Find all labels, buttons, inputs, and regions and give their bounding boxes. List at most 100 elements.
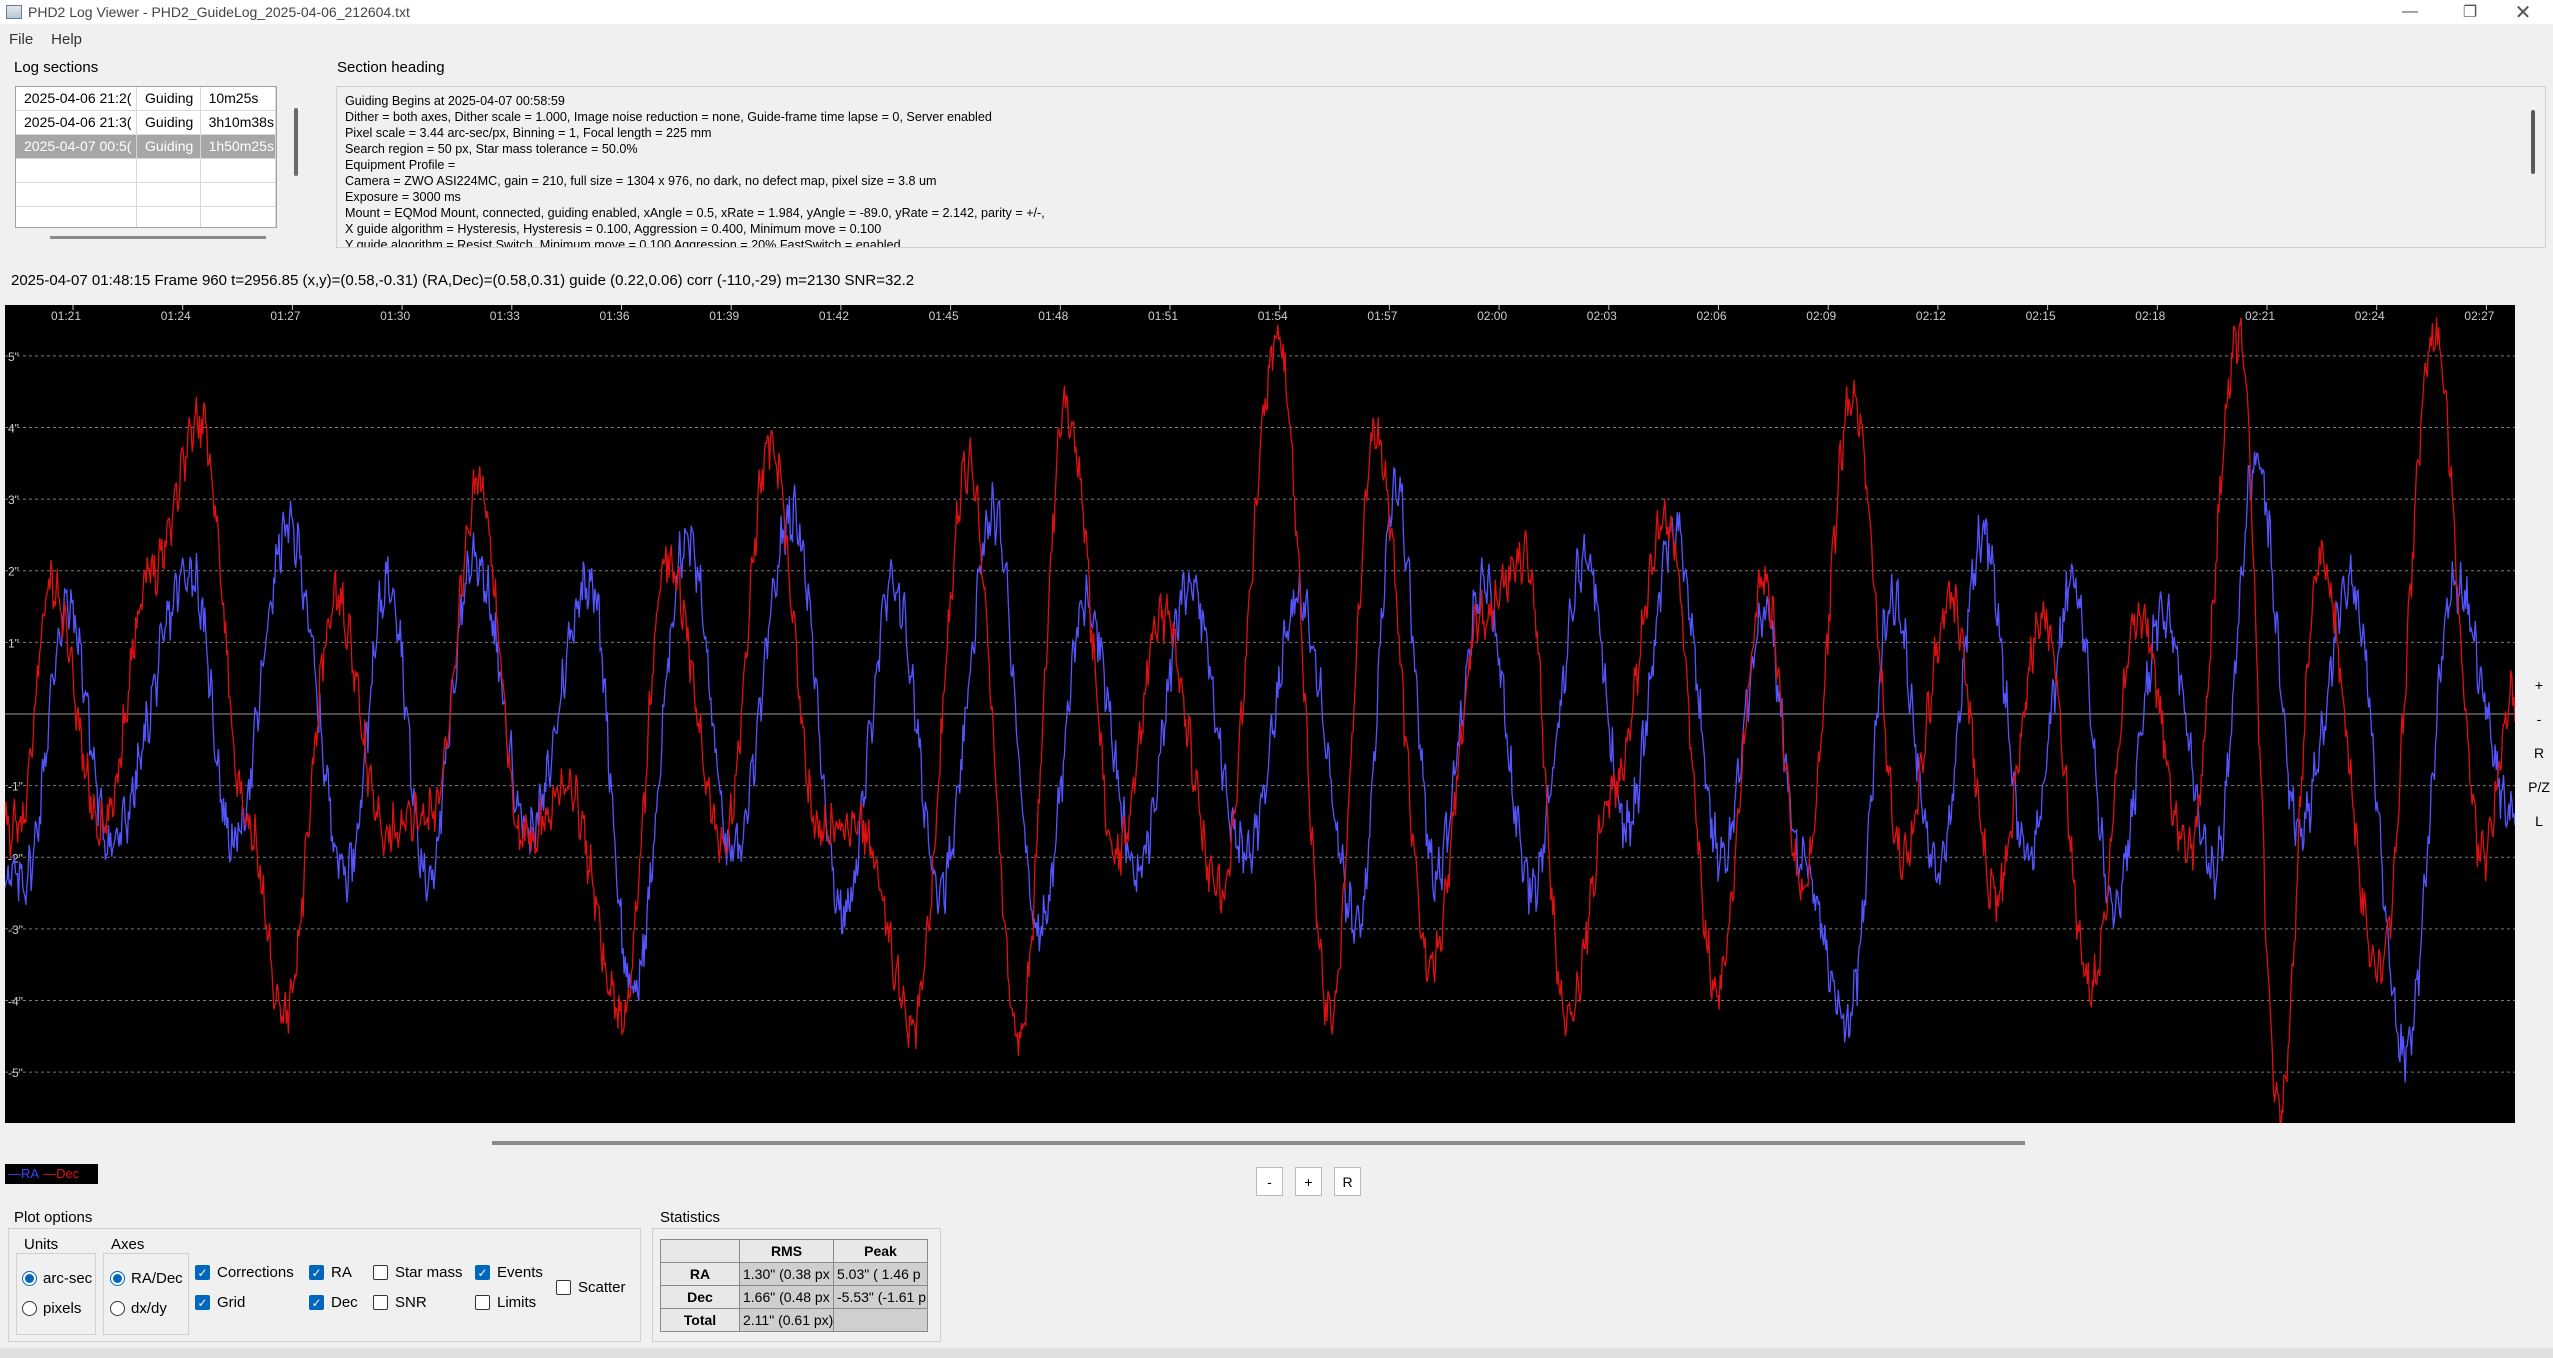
x-tick-label: 02:15 [2026,309,2056,323]
status-bar [0,1348,2553,1358]
restore-icon[interactable]: ❐ [2440,0,2500,24]
stats-ra-peak: 5.03" ( 1.46 p [833,1262,928,1286]
section-heading-title: Section heading [337,59,445,76]
x-tick-label: 01:48 [1038,309,1068,323]
y-tick-label: 2" [8,565,19,579]
x-tick-label: 01:36 [600,309,630,323]
stats-header-rms: RMS [739,1239,834,1263]
check-icon: ✓ [309,1265,324,1280]
log-row-time: 2025-04-06 21:3( [16,111,138,134]
log-row-duration [201,159,276,182]
log-sections-horizontal-scrollbar[interactable] [50,236,266,239]
axes-dxdy-radio[interactable]: dx/dy [110,1300,167,1317]
units-pixels-radio[interactable]: pixels [22,1300,81,1317]
zoom-in-button[interactable]: + [1295,1167,1322,1196]
y-tick-label: 5" [8,350,19,364]
log-row[interactable] [16,207,276,227]
stats-row-label: Total [660,1308,740,1332]
log-row-duration [201,183,276,206]
dec-checkbox[interactable]: ✓ Dec [309,1294,358,1311]
y-tick-label: 3" [8,493,19,507]
heading-line: X guide algorithm = Hysteresis, Hysteres… [345,222,882,236]
x-tick-label: 01:42 [819,309,849,323]
x-tick-label: 01:21 [51,309,81,323]
close-icon[interactable]: ✕ [2493,0,2553,24]
log-row[interactable] [16,183,276,207]
limits-label: Limits [497,1294,537,1311]
section-heading-text[interactable]: Guiding Begins at 2025-04-07 00:58:59 Di… [336,86,2546,248]
x-tick-label: 01:54 [1258,309,1288,323]
x-tick-label: 02:06 [1697,309,1727,323]
menu-file[interactable]: File [0,31,42,48]
minimize-icon[interactable]: — [2380,0,2440,24]
heading-line: Exposure = 3000 ms [345,190,461,204]
x-tick-label: 02:09 [1806,309,1836,323]
scatter-checkbox[interactable]: Scatter [556,1279,626,1296]
x-tick-label: 01:33 [490,309,520,323]
units-arcsec-radio[interactable]: arc-sec [22,1270,92,1287]
zoom-out-button[interactable]: - [1256,1167,1283,1196]
ra-checkbox[interactable]: ✓ RA [309,1264,352,1281]
graph-horizontal-scrollbar[interactable] [492,1141,2025,1145]
stats-row-dec: Dec 1.66" (0.48 px -5.53" (-1.61 p [660,1285,928,1309]
log-row-duration: 1h50m25s [201,135,276,158]
log-row[interactable]: 2025-04-06 21:3( Guiding 3h10m38s [16,111,276,135]
units-group [16,1253,96,1335]
x-tick-label: 01:57 [1367,309,1397,323]
axes-radec-radio[interactable]: RA/Dec [110,1270,183,1287]
y-tick-label: 1" [8,636,19,650]
grid-label: Grid [217,1294,246,1311]
zoom-reset-button[interactable]: R [1334,1167,1361,1196]
pz-button[interactable]: P/Z [2522,774,2553,800]
title-bar: PHD2 Log Viewer - PHD2_GuideLog_2025-04-… [0,0,2553,24]
app-icon [6,5,22,19]
statistics-title: Statistics [658,1209,723,1226]
radio-icon [22,1271,37,1286]
star-mass-checkbox[interactable]: Star mass [373,1264,463,1281]
corrections-label: Corrections [217,1264,294,1281]
star-mass-label: Star mass [395,1264,463,1281]
x-tick-label: 02:18 [2135,309,2165,323]
axes-dxdy-label: dx/dy [131,1300,167,1317]
log-row-selected[interactable]: 2025-04-07 00:5( Guiding 1h50m25s [16,135,276,159]
statistics-table: RMS Peak RA 1.30" (0.38 px 5.03" ( 1.46 … [660,1239,928,1332]
radio-icon [110,1301,125,1316]
check-icon: ✓ [475,1265,490,1280]
x-tick-label: 01:27 [270,309,300,323]
heading-line: Equipment Profile = [345,158,456,172]
log-row-time: 2025-04-07 00:5( [16,135,138,158]
units-title: Units [22,1236,61,1253]
heading-line: Guiding Begins at 2025-04-07 00:58:59 [345,94,565,108]
limits-checkbox[interactable]: Limits [475,1294,536,1311]
x-tick-label: 01:30 [380,309,410,323]
snr-checkbox[interactable]: SNR [373,1294,427,1311]
heading-line: Pixel scale = 3.44 arc-sec/px, Binning =… [345,126,712,140]
l-button[interactable]: L [2522,808,2553,834]
menu-help[interactable]: Help [42,31,91,48]
stats-total-peak [833,1308,928,1332]
log-row[interactable]: 2025-04-06 21:2( Guiding 10m25s [16,87,276,111]
log-row[interactable] [16,159,276,183]
check-icon: ✓ [309,1295,324,1310]
y-tick-label: -1" [8,780,23,794]
y-zoom-in-button[interactable]: + [2522,672,2553,698]
events-checkbox[interactable]: ✓ Events [475,1264,543,1281]
y-tick-label: -4" [8,995,23,1009]
x-tick-label: 02:03 [1587,309,1617,323]
frame-status-line: 2025-04-07 01:48:15 Frame 960 t=2956.85 … [11,272,915,289]
grid-checkbox[interactable]: ✓ Grid [195,1294,245,1311]
section-heading-scrollbar[interactable] [2531,110,2535,174]
log-sections-vertical-scrollbar[interactable] [294,108,298,176]
y-reset-button[interactable]: R [2522,740,2553,766]
heading-line: Y guide algorithm = Resist Switch, Minim… [345,238,901,248]
guide-graph[interactable]: 5" 4" 3" 2" 1" -1" -2" -3" -4" -5" 01:21 01:24 01:27… [5,305,2515,1123]
log-sections-title: Log sections [14,59,99,76]
checkbox-icon [556,1280,571,1295]
corrections-checkbox[interactable]: ✓ Corrections [195,1264,294,1281]
y-tick-label: 4" [8,421,19,435]
check-icon: ✓ [195,1265,210,1280]
y-zoom-out-button[interactable]: - [2522,706,2553,732]
log-sections-table[interactable]: 2025-04-06 21:2( Guiding 10m25s 2025-04-… [15,86,277,228]
radio-icon [110,1271,125,1286]
stats-row-ra: RA 1.30" (0.38 px 5.03" ( 1.46 p [660,1262,928,1286]
